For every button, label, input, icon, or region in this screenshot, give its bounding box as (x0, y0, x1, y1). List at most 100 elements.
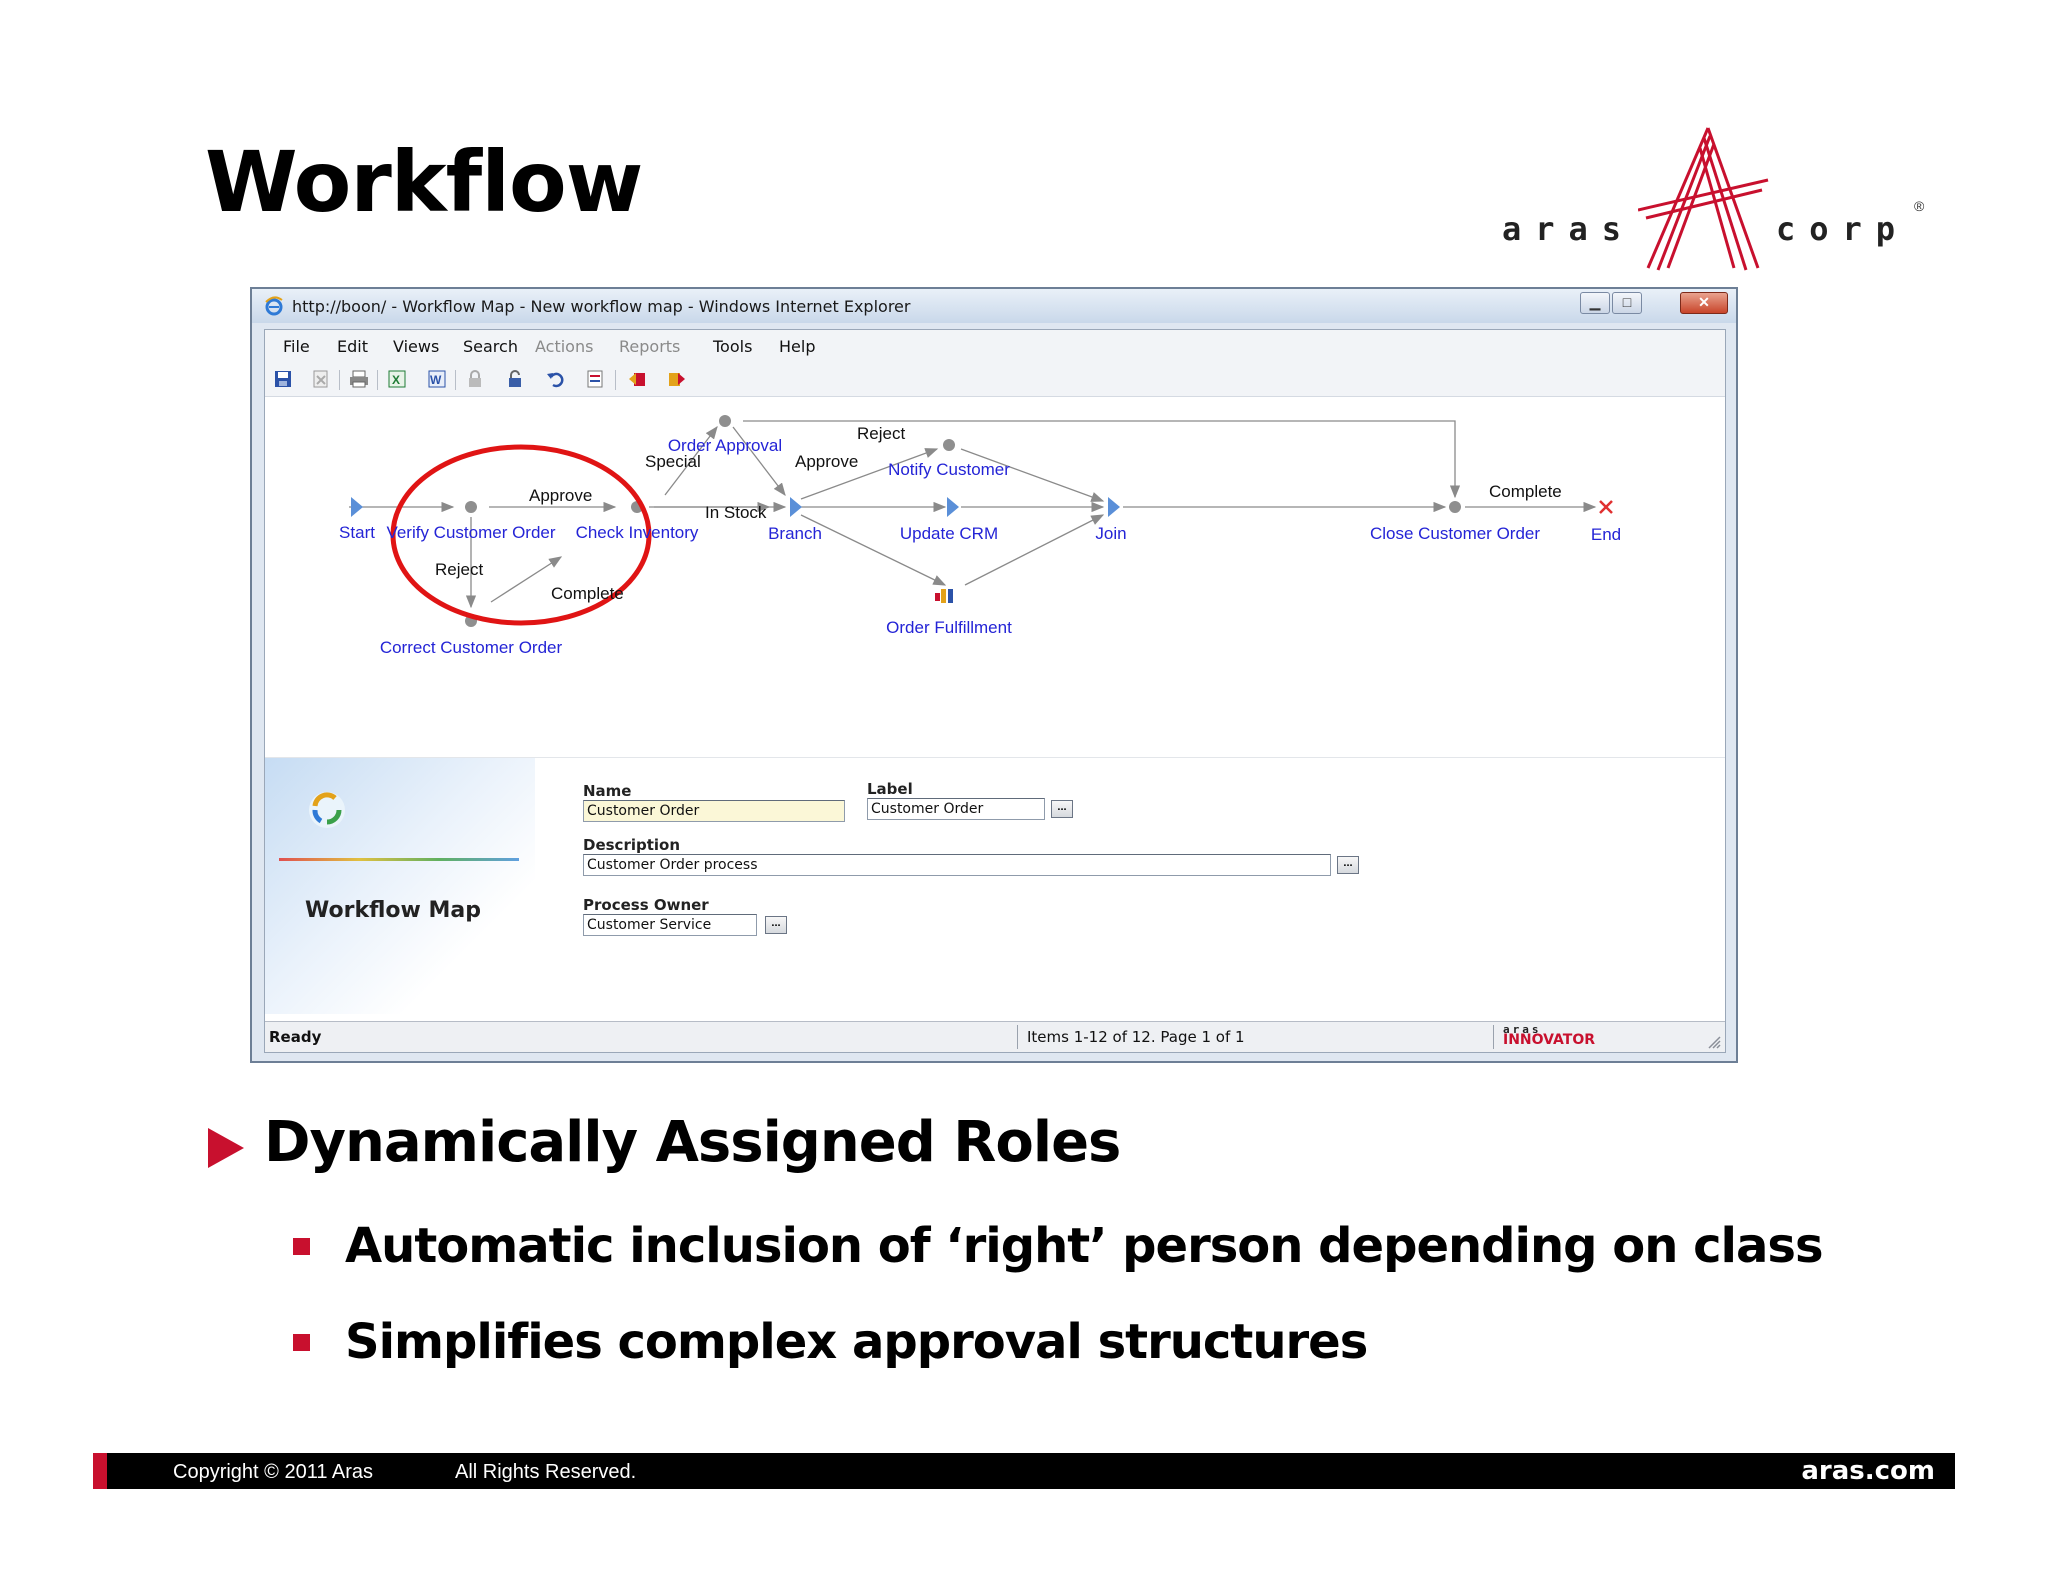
export-icon[interactable] (585, 369, 605, 389)
menu-views[interactable]: Views (393, 337, 439, 356)
lock-icon[interactable] (465, 369, 485, 389)
footer-bar: Copyright © 2011 Aras All Rights Reserve… (93, 1453, 1955, 1489)
menu-help[interactable]: Help (779, 337, 815, 356)
notify-node-icon[interactable] (943, 439, 955, 451)
path-label-instock[interactable]: In Stock (705, 503, 767, 522)
process-owner-field[interactable] (583, 914, 757, 936)
label-label: Label (867, 780, 913, 798)
verify-node-icon[interactable] (465, 501, 477, 513)
innovator-logo-bottom: INNOVATOR (1503, 1032, 1596, 1048)
resize-grip-icon[interactable] (1705, 1033, 1721, 1049)
approval-node-icon[interactable] (719, 415, 731, 427)
join-node-icon[interactable] (1108, 497, 1120, 517)
footer-rights: All Rights Reserved. (455, 1461, 637, 1483)
node-label-crm[interactable]: Update CRM (900, 524, 998, 543)
fulfillment-node-icon[interactable] (935, 589, 953, 603)
end-node-icon[interactable] (1599, 500, 1613, 514)
branch-node-icon[interactable] (790, 497, 802, 517)
main-bullet: Dynamically Assigned Roles (264, 1110, 1121, 1175)
node-label-fulfillment[interactable]: Order Fulfillment (886, 618, 1012, 637)
path-label-approve[interactable]: Approve (529, 486, 592, 505)
node-label-branch[interactable]: Branch (768, 524, 822, 543)
undo-icon[interactable] (545, 369, 565, 389)
sub-bullet-square-icon (293, 1334, 310, 1351)
toolbar-separator (455, 370, 456, 390)
logo-right-text: corp (1776, 210, 1910, 248)
status-items: Items 1-12 of 12. Page 1 of 1 (1027, 1028, 1245, 1046)
workflow-map-icon (309, 792, 345, 828)
window-titlebar[interactable]: http://boon/ - Workflow Map - New workfl… (252, 289, 1736, 323)
minimize-button[interactable]: ▁ (1580, 292, 1610, 314)
status-divider (1017, 1025, 1018, 1049)
window-title: http://boon/ - Workflow Map - New workfl… (292, 297, 911, 316)
path-label-complete[interactable]: Complete (551, 584, 624, 603)
sub-bullet-2: Simplifies complex approval structures (345, 1314, 1368, 1370)
path-label-complete[interactable]: Complete (1489, 482, 1562, 501)
ie-window: http://boon/ - Workflow Map - New workfl… (250, 287, 1738, 1063)
aras-innovator-logo: aras INNOVATOR (1503, 1023, 1595, 1048)
label-field[interactable] (867, 798, 1045, 820)
word-icon[interactable]: W (427, 369, 447, 389)
internet-explorer-icon (265, 296, 283, 316)
sub-bullet-1: Automatic inclusion of ‘right’ person de… (345, 1218, 1824, 1274)
registered-mark: ® (1914, 198, 1925, 214)
toolbar-separator (615, 370, 616, 390)
node-label-notify[interactable]: Notify Customer (888, 460, 1010, 479)
menu-edit[interactable]: Edit (337, 337, 368, 356)
footer-site[interactable]: aras.com (1801, 1456, 1935, 1486)
discard-icon[interactable] (311, 369, 331, 389)
svg-text:X: X (392, 373, 400, 387)
excel-icon[interactable]: X (387, 369, 407, 389)
description-label: Description (583, 836, 681, 854)
slide-title: Workflow (205, 133, 643, 231)
node-label-end[interactable]: End (1591, 525, 1621, 544)
menu-tools[interactable]: Tools (713, 337, 752, 356)
label-ellipsis-button[interactable]: ... (1051, 800, 1073, 818)
unlock-icon[interactable] (505, 369, 525, 389)
close-button[interactable]: ✕ (1680, 292, 1728, 314)
form-heading: Workflow Map (305, 898, 481, 923)
menu-actions[interactable]: Actions (535, 337, 593, 356)
path-label-approve[interactable]: Approve (795, 452, 858, 471)
node-label-close[interactable]: Close Customer Order (1370, 524, 1540, 543)
status-bar: Ready Items 1-12 of 12. Page 1 of 1 aras… (265, 1021, 1725, 1052)
toolbar-separator (377, 370, 378, 390)
node-label-check[interactable]: Check Inventory (576, 523, 699, 542)
bullet-triangle-icon (208, 1128, 244, 1168)
workflow-diagram: Start Verify Customer Order Correct Cust… (339, 415, 1621, 657)
window-client: File Edit Views Search Actions Reports T… (264, 329, 1726, 1053)
node-label-verify[interactable]: Verify Customer Order (386, 523, 555, 542)
menu-file[interactable]: File (283, 337, 310, 356)
banner-divider (279, 858, 519, 861)
sub-bullet-square-icon (293, 1238, 310, 1255)
aras-a-mark-icon (1638, 127, 1769, 271)
description-field[interactable] (583, 854, 1331, 876)
name-label: Name (583, 782, 632, 800)
node-label-correct[interactable]: Correct Customer Order (380, 638, 563, 657)
print-icon[interactable] (349, 369, 369, 389)
path-label-special[interactable]: Special (645, 452, 701, 471)
description-ellipsis-button[interactable]: ... (1337, 856, 1359, 874)
node-label-join[interactable]: Join (1095, 524, 1126, 543)
crm-node-icon[interactable] (947, 497, 959, 517)
maximize-button[interactable]: □ (1612, 292, 1642, 314)
form-banner: Workflow Map (265, 758, 535, 1014)
path-label-reject[interactable]: Reject (857, 424, 905, 443)
start-node-icon[interactable] (351, 497, 363, 517)
process-owner-ellipsis-button[interactable]: ... (765, 916, 787, 934)
toolbar-separator (339, 370, 340, 390)
demote-icon[interactable] (667, 369, 687, 389)
node-label-start[interactable]: Start (339, 523, 375, 542)
logo-left-text: aras (1502, 210, 1636, 248)
name-field[interactable] (583, 800, 845, 822)
status-ready: Ready (269, 1028, 322, 1046)
menu-bar: File Edit Views Search Actions Reports T… (265, 330, 1725, 362)
menu-reports[interactable]: Reports (619, 337, 680, 356)
promote-icon[interactable] (627, 369, 647, 389)
save-icon[interactable] (273, 369, 293, 389)
workflow-form: Workflow Map Name Label ... Description … (265, 757, 1725, 1014)
path-label-reject[interactable]: Reject (435, 560, 483, 579)
close-node-icon[interactable] (1449, 501, 1461, 513)
svg-text:W: W (430, 373, 442, 387)
menu-search[interactable]: Search (463, 337, 518, 356)
